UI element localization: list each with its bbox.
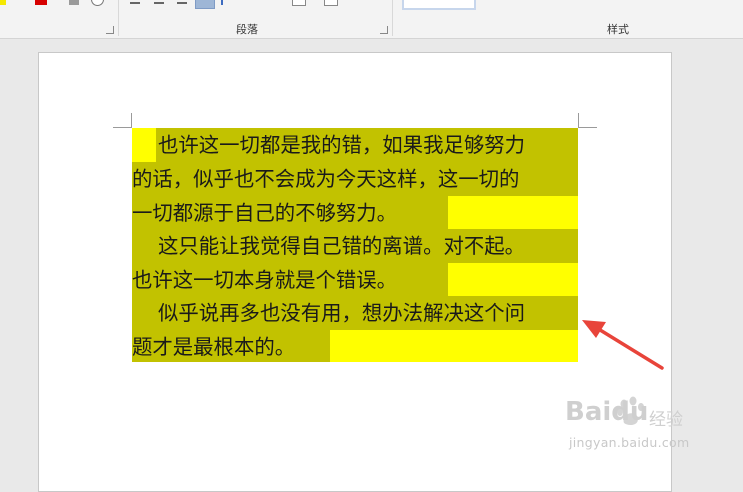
highlight-yellow (132, 128, 156, 162)
paragraph-line: 也许这一切都是我的错，如果我足够努力 (158, 133, 526, 157)
paragraph-line: 一切都源于自己的不够努力。 (132, 201, 398, 225)
paragraph-dialog-launcher-icon[interactable] (380, 26, 388, 34)
crop-mark (113, 127, 131, 128)
crop-mark (131, 113, 132, 128)
crop-mark (578, 113, 579, 128)
paragraph-line: 题才是最根本的。 (132, 335, 296, 359)
paragraph-group-label: 段落 (236, 23, 258, 36)
font-dialog-launcher-icon[interactable] (106, 26, 114, 34)
ribbon: 段落 样式 (0, 0, 743, 39)
ribbon-group-separator (392, 0, 393, 36)
watermark-brand: Baidu (565, 397, 649, 427)
paragraph-line: 似乎说再多也没有用，想办法解决这个问 (158, 301, 526, 325)
justify-icon[interactable] (195, 0, 215, 9)
line-spacing-icon[interactable] (221, 0, 235, 5)
paragraph-line: 的话，似乎也不会成为今天这样，这一切的 (132, 167, 520, 191)
font-color-icon[interactable] (35, 0, 47, 5)
enclose-characters-icon[interactable] (91, 0, 104, 6)
align-left-icon[interactable] (130, 2, 140, 4)
text-highlight-color-icon[interactable] (0, 0, 6, 5)
ribbon-group-separator (118, 0, 119, 36)
document-text-area[interactable]: 也许这一切都是我的错，如果我足够努力 的话，似乎也不会成为今天这样，这一切的 一… (132, 128, 578, 362)
watermark-url: jingyan.baidu.com (569, 435, 690, 450)
paragraph-line: 也许这一切本身就是个错误。 (132, 268, 398, 292)
paragraph-line: 这只能让我觉得自己错的离谱。对不起。 (158, 234, 526, 258)
align-right-icon[interactable] (177, 2, 187, 4)
watermark-brand-cn: 经验 (649, 410, 683, 430)
crop-mark (579, 127, 597, 128)
shading-icon[interactable] (292, 0, 306, 6)
annotation-arrow-icon (582, 320, 664, 370)
styles-group-label: 样式 (607, 23, 629, 36)
style-gallery-item[interactable] (402, 0, 476, 10)
watermark: Baidu 经验 jingyan.baidu.com (565, 395, 705, 465)
align-center-icon[interactable] (154, 2, 164, 4)
highlight-yellow (448, 263, 578, 296)
borders-icon[interactable] (324, 0, 338, 6)
highlight-yellow (330, 330, 578, 362)
character-shading-icon[interactable] (69, 0, 79, 5)
highlight-yellow (448, 196, 578, 229)
